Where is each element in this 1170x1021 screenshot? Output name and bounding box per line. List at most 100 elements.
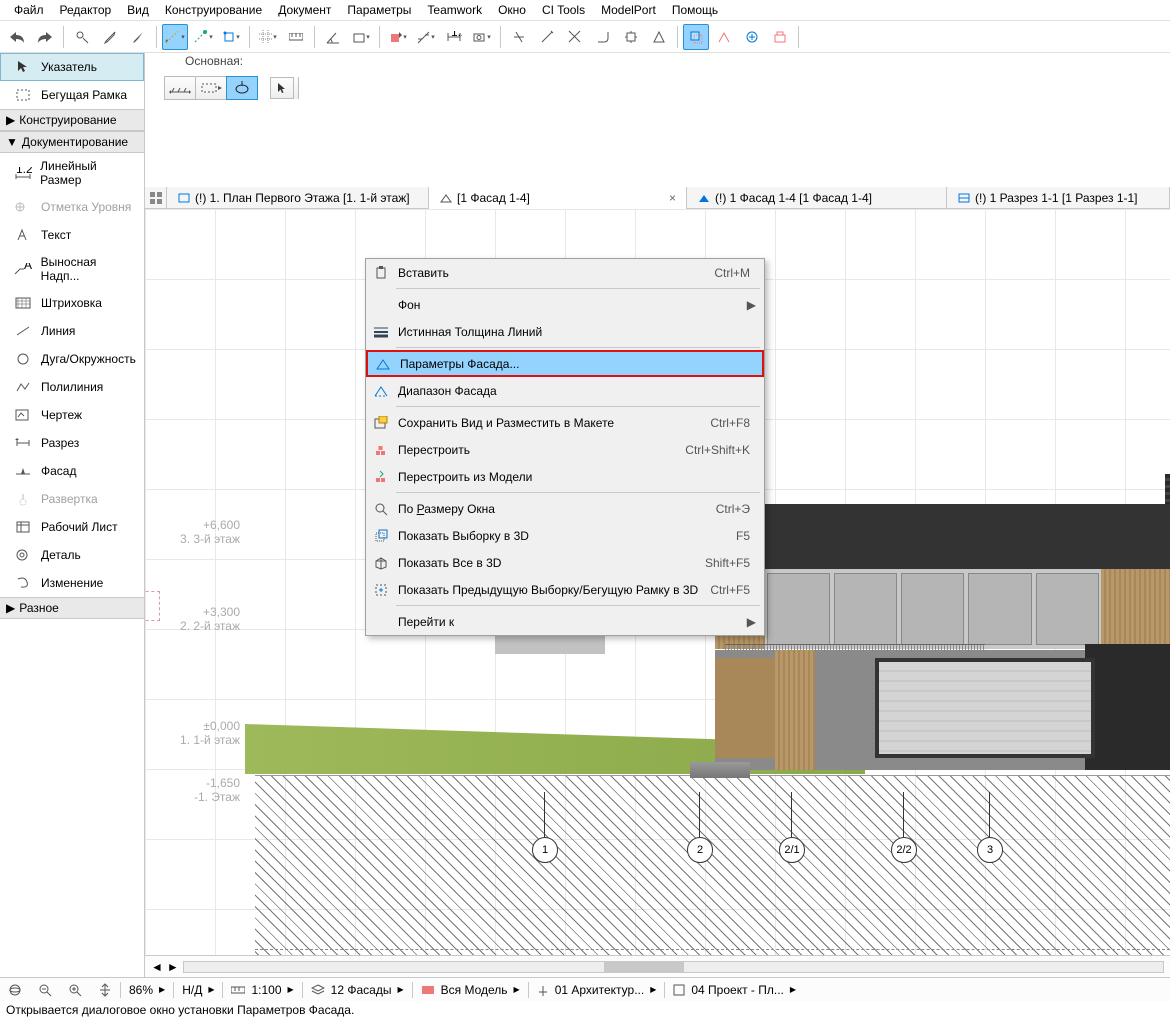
split-button[interactable] bbox=[506, 24, 532, 50]
pan-icon[interactable] bbox=[98, 983, 112, 997]
intersect-button[interactable] bbox=[562, 24, 588, 50]
polyline-icon bbox=[13, 379, 33, 395]
menu-modelport[interactable]: ModelPort bbox=[593, 1, 664, 19]
ctx-show-all-3d[interactable]: Показать Все в 3DShift+F5 bbox=[366, 549, 764, 576]
ctx-rebuild[interactable]: ПерестроитьCtrl+Shift+K bbox=[366, 436, 764, 463]
tool-elevation[interactable]: Фасад bbox=[0, 457, 144, 485]
menu-view[interactable]: Вид bbox=[119, 1, 157, 19]
menu-options[interactable]: Параметры bbox=[339, 1, 419, 19]
reno-3-button[interactable] bbox=[767, 24, 793, 50]
layer-combo-value[interactable]: 12 Фасады ▶ bbox=[303, 983, 412, 997]
ctx-save-view[interactable]: Сохранить Вид и Разместить в МакетеCtrl+… bbox=[366, 409, 764, 436]
snap-button[interactable]: ▾ bbox=[218, 24, 244, 50]
geom-2-button[interactable] bbox=[195, 76, 227, 100]
scale-value[interactable]: 1:100 ▶ bbox=[223, 983, 301, 997]
ctx-paste[interactable]: ВставитьCtrl+M bbox=[366, 259, 764, 286]
ctx-show-sel-3d[interactable]: Показать Выборку в 3DF5 bbox=[366, 522, 764, 549]
guide-2-button[interactable]: ▾ bbox=[190, 24, 216, 50]
zoom-value[interactable]: 86% ▶ bbox=[121, 983, 173, 997]
ruler-button[interactable] bbox=[283, 24, 309, 50]
modelview-value[interactable]: Вся Модель ▶ bbox=[413, 983, 528, 997]
ctx-show-prev-3d[interactable]: Показать Предыдущую Выборку/Бегущую Рамк… bbox=[366, 576, 764, 603]
main-toolbar: ▾ ▾ ▾ ▾ ▾ ▾ ▾ 1.2 ▾ bbox=[0, 21, 1170, 53]
marquee-tool[interactable]: Бегущая Рамка bbox=[0, 81, 144, 109]
tool-arc[interactable]: Дуга/Окружность bbox=[0, 345, 144, 373]
penset-value[interactable]: 01 Архитектур... ▶ bbox=[529, 983, 665, 997]
nd-value[interactable]: Н/Д ▶ bbox=[174, 983, 222, 997]
ctx-goto[interactable]: Перейти к▶ bbox=[366, 608, 764, 635]
ctx-elevation-settings[interactable]: Параметры Фасада... bbox=[366, 350, 764, 377]
tool-polyline[interactable]: Полилиния bbox=[0, 373, 144, 401]
tool-level[interactable]: Отметка Уровня bbox=[0, 193, 144, 221]
arrow-tool[interactable]: Указатель bbox=[0, 53, 144, 81]
tool-change[interactable]: Изменение bbox=[0, 569, 144, 597]
suspend-button[interactable]: ▾ bbox=[385, 24, 411, 50]
menu-help[interactable]: Помощь bbox=[664, 1, 726, 19]
dimension-tool-button[interactable]: 1.2 bbox=[441, 24, 467, 50]
menu-document[interactable]: Документ bbox=[270, 1, 339, 19]
zoom-in-icon[interactable] bbox=[68, 983, 82, 997]
geom-1-button[interactable] bbox=[164, 76, 196, 100]
ctx-rebuild-model[interactable]: Перестроить из Модели bbox=[366, 463, 764, 490]
menu-citools[interactable]: CI Tools bbox=[534, 1, 593, 19]
grid-button[interactable]: ▾ bbox=[255, 24, 281, 50]
inject-button[interactable] bbox=[125, 24, 151, 50]
angle-button[interactable] bbox=[320, 24, 346, 50]
dropper-button[interactable] bbox=[97, 24, 123, 50]
plane-button[interactable]: ▾ bbox=[348, 24, 374, 50]
resize-button[interactable] bbox=[618, 24, 644, 50]
menu-file[interactable]: Файл bbox=[6, 1, 52, 19]
nav-next-icon[interactable]: ► bbox=[167, 960, 179, 974]
tool-interior[interactable]: Развертка bbox=[0, 485, 144, 513]
guide-1-button[interactable]: ▾ bbox=[162, 24, 188, 50]
cursor-mode-drop[interactable] bbox=[293, 77, 299, 99]
menu-teamwork[interactable]: Teamwork bbox=[419, 1, 490, 19]
reno-2-button[interactable] bbox=[739, 24, 765, 50]
camera-button[interactable]: ▾ bbox=[469, 24, 495, 50]
adjust-button[interactable] bbox=[534, 24, 560, 50]
nav-prev-icon[interactable]: ◄ bbox=[151, 960, 163, 974]
ctx-fit[interactable]: По Размеру ОкнаCtrl+Э bbox=[366, 495, 764, 522]
elevation-icon bbox=[697, 192, 711, 204]
group-design[interactable]: ▶Конструирование bbox=[0, 109, 144, 131]
tab-elevation-2[interactable]: (!) 1 Фасад 1-4 [1 Фасад 1-4] bbox=[687, 187, 947, 208]
menu-design[interactable]: Конструирование bbox=[157, 1, 270, 19]
tool-dimension[interactable]: 1.2Линейный Размер bbox=[0, 153, 144, 193]
measure-button[interactable] bbox=[69, 24, 95, 50]
fillet-button[interactable] bbox=[590, 24, 616, 50]
reno-1-button[interactable] bbox=[711, 24, 737, 50]
tool-line[interactable]: Линия bbox=[0, 317, 144, 345]
tool-label[interactable]: A1Выносная Надп... bbox=[0, 249, 144, 289]
undo-button[interactable] bbox=[4, 24, 30, 50]
menu-window[interactable]: Окно bbox=[490, 1, 534, 19]
tool-drawing[interactable]: Чертеж bbox=[0, 401, 144, 429]
tool-worksheet[interactable]: Рабочий Лист bbox=[0, 513, 144, 541]
zoom-out-icon[interactable] bbox=[38, 983, 52, 997]
group-misc[interactable]: ▶Разное bbox=[0, 597, 144, 619]
ctx-lineweight[interactable]: Истинная Толщина Линий bbox=[366, 318, 764, 345]
tool-detail[interactable]: Деталь bbox=[0, 541, 144, 569]
prism-button[interactable] bbox=[646, 24, 672, 50]
tool-section[interactable]: Разрез bbox=[0, 429, 144, 457]
orbit-icon[interactable] bbox=[8, 983, 22, 997]
ctx-elevation-range[interactable]: Диапазон Фасада bbox=[366, 377, 764, 404]
tab-plan[interactable]: (!) 1. План Первого Этажа [1. 1-й этаж] bbox=[167, 187, 429, 208]
redo-button[interactable] bbox=[32, 24, 58, 50]
tab-section[interactable]: (!) 1 Разрез 1-1 [1 Разрез 1-1] bbox=[947, 187, 1170, 208]
tool-text[interactable]: Текст bbox=[0, 221, 144, 249]
tab-grid-button[interactable] bbox=[145, 187, 167, 208]
cursor-mode-button[interactable] bbox=[270, 77, 294, 99]
ctx-background[interactable]: Фон▶ bbox=[366, 291, 764, 318]
menu-edit[interactable]: Редактор bbox=[52, 1, 120, 19]
h-scrollbar[interactable] bbox=[183, 961, 1164, 973]
layout-value[interactable]: 04 Проект - Пл... ▶ bbox=[665, 983, 804, 997]
group-document[interactable]: ▼Документирование bbox=[0, 131, 144, 153]
close-tab-button[interactable]: × bbox=[669, 191, 676, 205]
geom-3-button[interactable] bbox=[226, 76, 258, 100]
text-icon bbox=[13, 227, 33, 243]
tool-fill[interactable]: Штриховка bbox=[0, 289, 144, 317]
trace-button[interactable] bbox=[683, 24, 709, 50]
hint-bar: Открывается диалоговое окно установки Па… bbox=[0, 1001, 1170, 1021]
tab-elevation[interactable]: [1 Фасад 1-4]× bbox=[429, 187, 687, 208]
group-button[interactable]: ▾ bbox=[413, 24, 439, 50]
